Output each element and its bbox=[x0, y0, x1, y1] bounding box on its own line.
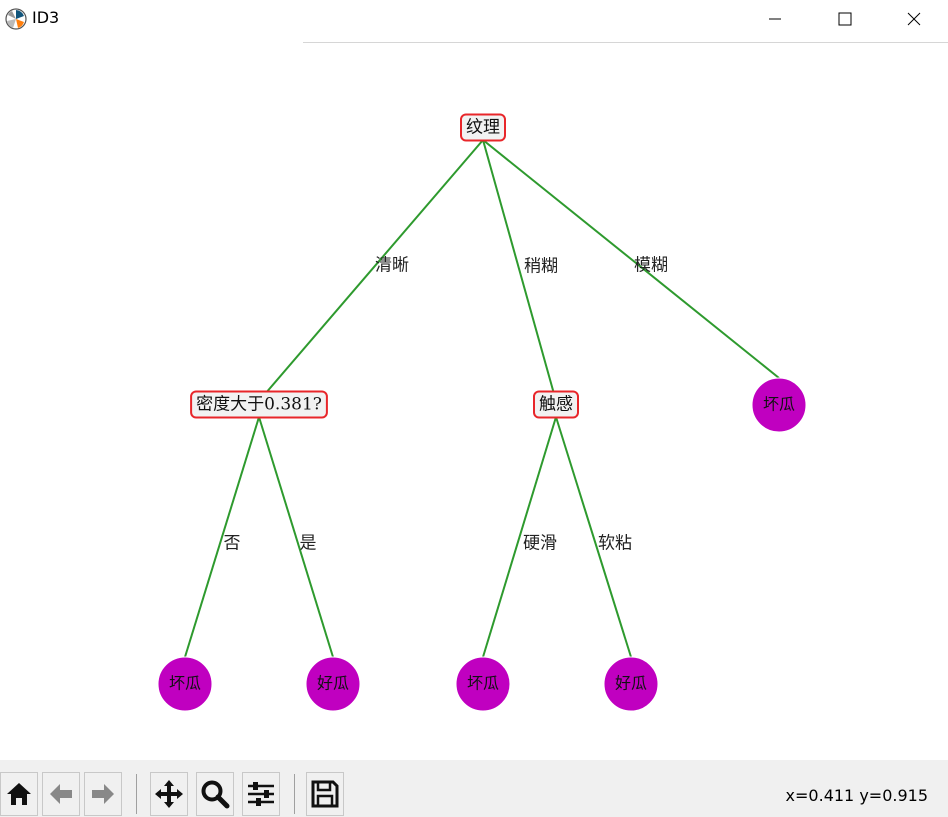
leaf-node-label: 坏瓜 bbox=[467, 674, 499, 693]
navigation-toolbar: x=0.411 y=0.915 bbox=[0, 760, 948, 817]
close-icon bbox=[907, 12, 921, 26]
decision-node-label: 纹理 bbox=[466, 118, 500, 138]
back-icon bbox=[50, 784, 72, 804]
tree-edge bbox=[184, 416, 260, 658]
edge-label: 硬滑 bbox=[523, 534, 557, 554]
save-button[interactable] bbox=[306, 772, 344, 816]
forward-button[interactable] bbox=[84, 772, 122, 816]
maximize-button[interactable] bbox=[810, 0, 880, 38]
leaf-node-label: 坏瓜 bbox=[169, 674, 201, 693]
toolbar-separator bbox=[294, 774, 295, 814]
configure-subplots-icon bbox=[248, 782, 274, 806]
title-bar: ID3 bbox=[0, 0, 948, 38]
decision-node: 密度大于0.381? bbox=[190, 390, 328, 419]
tree-edge bbox=[258, 416, 334, 658]
decision-node: 纹理 bbox=[460, 113, 506, 142]
matplotlib-icon bbox=[5, 8, 27, 30]
decision-tree-canvas: 清晰 稍糊 模糊否是硬滑 软粘纹理密度大于0.381? 触感 坏瓜坏瓜 好瓜 坏瓜 好瓜 bbox=[157, 113, 807, 712]
configure-subplots-button[interactable] bbox=[242, 772, 280, 816]
leaf-node: 坏瓜 bbox=[157, 656, 213, 712]
close-button[interactable] bbox=[880, 0, 948, 38]
leaf-node: 坏瓜 bbox=[751, 377, 807, 433]
pan-button[interactable] bbox=[150, 772, 188, 816]
back-button[interactable] bbox=[42, 772, 80, 816]
edge-label: 软粘 bbox=[598, 534, 632, 554]
home-button[interactable] bbox=[0, 772, 38, 816]
home-icon bbox=[7, 783, 31, 805]
minimize-icon bbox=[769, 18, 781, 20]
leaf-node: 好瓜 bbox=[305, 656, 361, 712]
edge-label: 是 bbox=[300, 534, 317, 554]
save-icon bbox=[311, 780, 339, 808]
zoom-button[interactable] bbox=[196, 772, 234, 816]
leaf-node: 坏瓜 bbox=[455, 656, 511, 712]
edge-label: 清晰 bbox=[375, 256, 409, 276]
leaf-node-label: 坏瓜 bbox=[763, 395, 795, 414]
maximize-icon bbox=[838, 12, 852, 26]
edge-label: 模糊 bbox=[634, 256, 668, 276]
cursor-coordinates: x=0.411 y=0.915 bbox=[785, 786, 928, 805]
decision-node-label: 触感 bbox=[539, 395, 573, 415]
forward-icon bbox=[92, 784, 114, 804]
toolbar-separator bbox=[136, 774, 137, 814]
decision-node: 触感 bbox=[533, 390, 579, 419]
edge-label: 否 bbox=[224, 534, 241, 554]
window-title: ID3 bbox=[32, 8, 60, 27]
leaf-node-label: 好瓜 bbox=[317, 674, 349, 693]
minimize-button[interactable] bbox=[740, 0, 810, 38]
leaf-node: 好瓜 bbox=[603, 656, 659, 712]
tree-edge bbox=[258, 139, 484, 402]
pan-icon bbox=[155, 780, 183, 808]
leaf-node-label: 好瓜 bbox=[615, 674, 647, 693]
decision-node-label: 密度大于0.381? bbox=[196, 395, 322, 415]
edge-label: 稍糊 bbox=[524, 257, 558, 277]
zoom-icon bbox=[201, 780, 230, 809]
